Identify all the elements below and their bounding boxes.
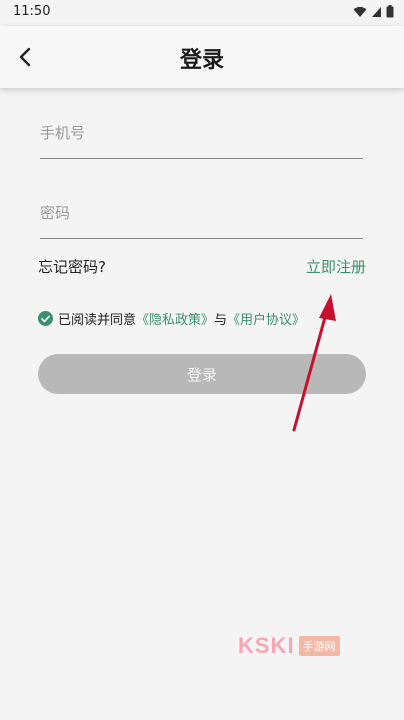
password-input[interactable]	[40, 204, 363, 222]
watermark-logo: KSKI	[238, 633, 295, 658]
agree-prefix: 已阅读并同意	[58, 313, 137, 328]
status-icons	[353, 5, 394, 18]
phone-field	[40, 118, 363, 159]
phone-input[interactable]	[40, 124, 363, 142]
signal-icon	[372, 6, 381, 17]
agreement-row: 已阅读并同意 《隐私政策》 与 《用户协议》	[38, 309, 305, 328]
forgot-password-link[interactable]: 忘记密码?	[38, 256, 106, 277]
login-button[interactable]: 登录	[38, 354, 366, 394]
status-time: 11:50	[13, 4, 51, 19]
agree-checkbox[interactable]	[38, 311, 53, 326]
battery-icon	[386, 5, 394, 18]
user-agreement-link[interactable]: 《用户协议》	[227, 309, 305, 328]
register-link[interactable]: 立即注册	[306, 256, 366, 277]
watermark-badge: 手游网	[298, 636, 340, 656]
privacy-policy-link[interactable]: 《隐私政策》	[136, 309, 214, 328]
check-icon	[41, 315, 50, 322]
agree-conjunction: 与	[214, 313, 228, 328]
page-title: 登录	[179, 48, 224, 73]
app-bar: 登录	[0, 26, 404, 88]
password-field	[40, 198, 363, 239]
wifi-icon	[353, 6, 367, 17]
status-bar: 11:50	[0, 0, 404, 26]
watermark: KSKI 手游网	[238, 633, 340, 659]
